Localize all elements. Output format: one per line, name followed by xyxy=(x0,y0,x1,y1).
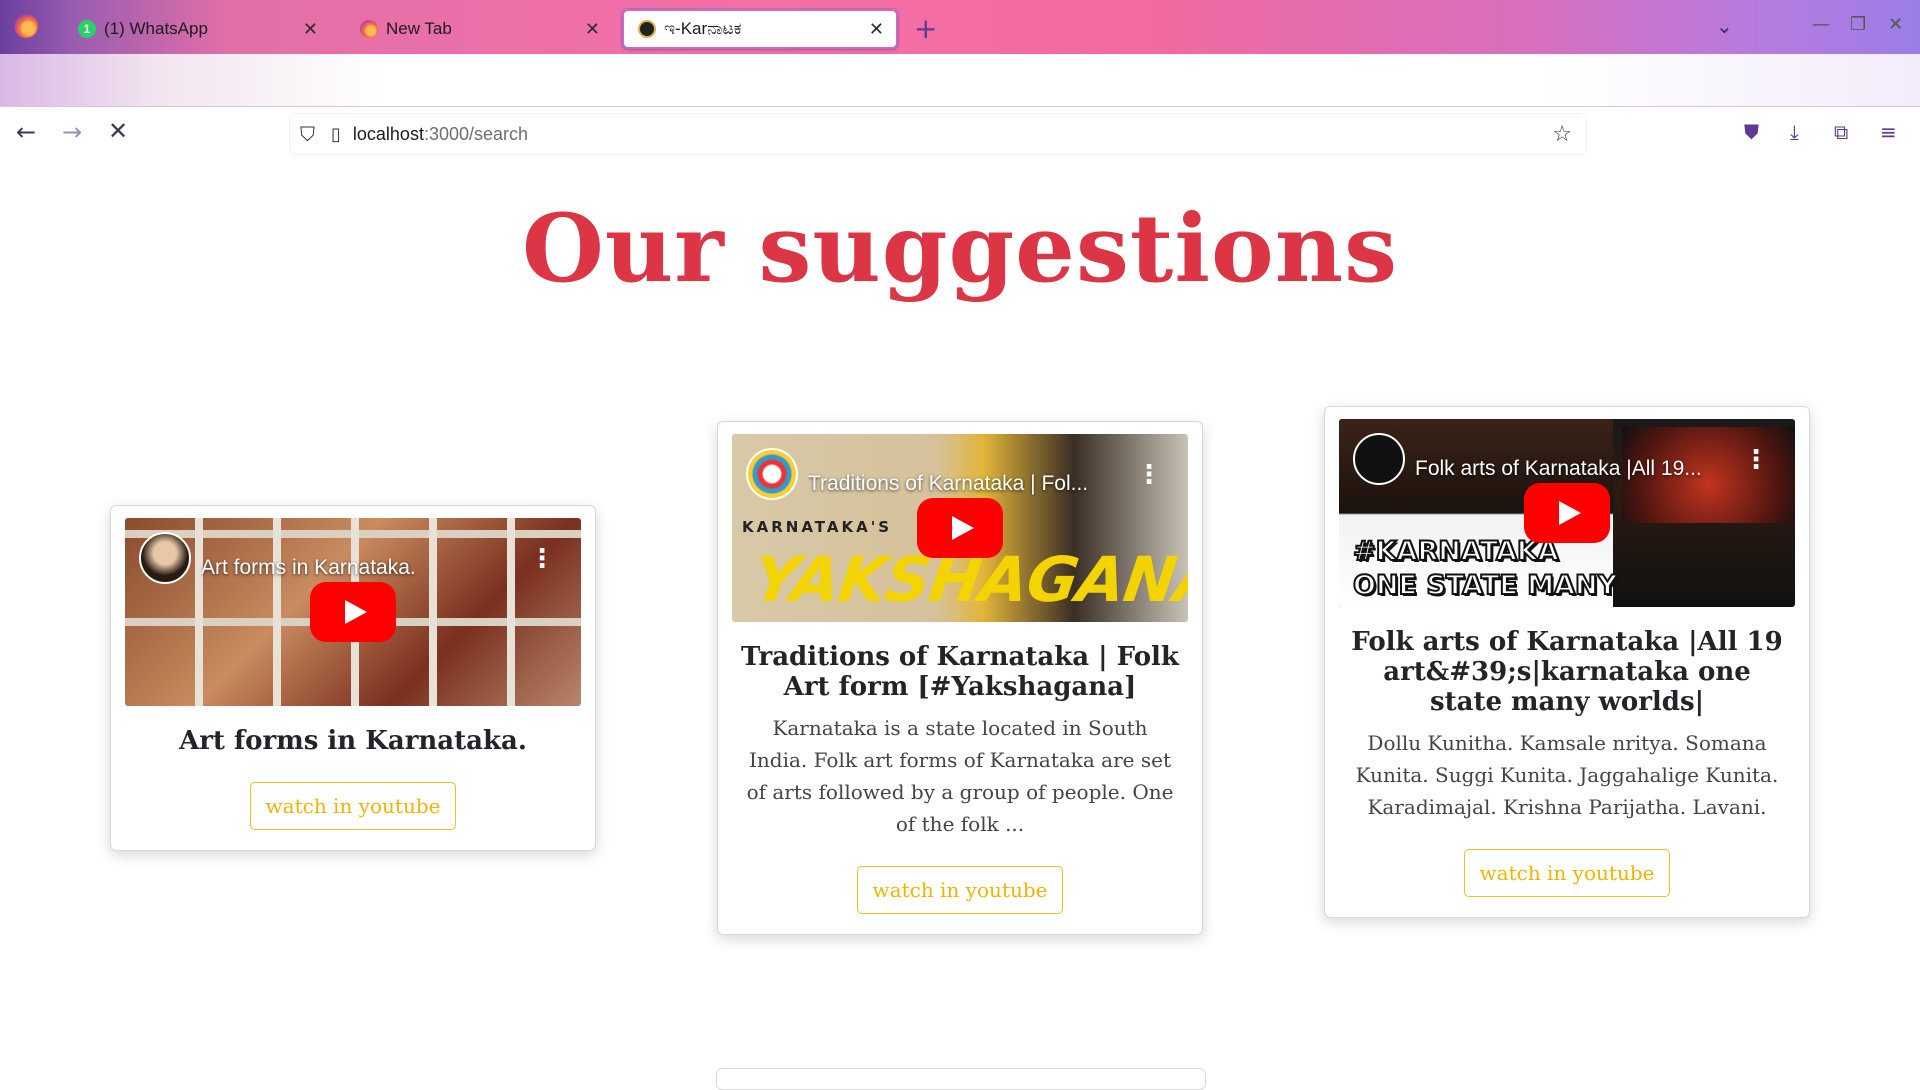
card-description: Dollu Kunitha. Kamsale nritya. Somana Ku… xyxy=(1355,731,1779,819)
video-embed[interactable]: Traditions of Karnataka | Fol... ⋮ KARNA… xyxy=(732,434,1188,622)
whatsapp-icon: 1 xyxy=(78,20,96,38)
video-title[interactable]: Folk arts of Karnataka |All 19... xyxy=(1415,457,1735,481)
close-tab-icon[interactable]: ✕ xyxy=(585,19,600,40)
forward-arrow-icon[interactable]: → xyxy=(62,118,82,146)
suggestion-card: Art forms in Karnataka. ⋮ Art forms in K… xyxy=(110,505,596,851)
channel-avatar[interactable] xyxy=(746,448,798,500)
card-title: Traditions of Karnataka | Folk Art form … xyxy=(741,642,1179,702)
firefox-menu-icon[interactable] xyxy=(14,14,38,38)
more-options-icon[interactable]: ⋮ xyxy=(529,546,555,572)
back-arrow-icon[interactable]: ← xyxy=(16,118,36,146)
hamburger-menu-icon[interactable]: ≡ xyxy=(1880,120,1897,144)
card-description: Karnataka is a state located in South In… xyxy=(746,716,1174,836)
tab-active-site[interactable]: ಇ-Karನಾಟಕ ✕ xyxy=(622,9,898,49)
url-host: localhost xyxy=(352,123,424,144)
channel-avatar[interactable] xyxy=(139,532,191,584)
tab-label: (1) WhatsApp xyxy=(104,19,208,38)
url-path: :3000/search xyxy=(423,123,529,144)
thumbnail-caption: KARNATAKA'S xyxy=(742,518,893,536)
firefox-icon xyxy=(360,20,378,38)
thumbnail-headline: #KARNATAKA ONE STATE MANY xyxy=(1352,535,1618,603)
play-button-icon[interactable] xyxy=(917,498,1003,558)
stop-loading-icon[interactable]: ✕ xyxy=(108,117,128,145)
suggestion-card xyxy=(716,1068,1206,1090)
close-window-icon[interactable]: ✕ xyxy=(1888,14,1903,35)
page-title: Our suggestions xyxy=(521,194,1398,304)
navigation-toolbar: ← → ✕ ⛉ ▯ localhost:3000/search ☆ ⛊ ⤓ ⧉ … xyxy=(0,54,1920,154)
watch-youtube-button[interactable]: watch in youtube xyxy=(249,782,457,830)
watch-youtube-button[interactable]: watch in youtube xyxy=(856,866,1064,914)
close-tab-icon[interactable]: ✕ xyxy=(869,19,884,40)
pocket-icon[interactable]: ⛊ xyxy=(1744,120,1759,144)
more-options-icon[interactable]: ⋮ xyxy=(1743,447,1769,473)
chevron-down-icon[interactable]: ⌄ xyxy=(1716,14,1733,38)
video-title[interactable]: Traditions of Karnataka | Fol... xyxy=(808,472,1128,496)
shield-icon[interactable]: ⛉ xyxy=(300,122,315,146)
tab-label: ಇ-Karನಾಟಕ xyxy=(664,19,742,38)
url-text[interactable]: localhost:3000/search xyxy=(353,124,528,145)
bookmark-star-icon[interactable]: ☆ xyxy=(1552,122,1572,147)
thumbnail-line: ONE STATE MANY xyxy=(1352,569,1618,602)
page-icon: ▯ xyxy=(331,123,341,145)
channel-avatar[interactable] xyxy=(1353,433,1405,485)
play-button-icon[interactable] xyxy=(1524,483,1610,543)
extensions-icon[interactable]: ⧉ xyxy=(1834,120,1848,144)
tab-strip: 1 (1) WhatsApp ✕ New Tab ✕ ಇ-Karನಾಟಕ ✕ +… xyxy=(0,0,1920,54)
video-embed[interactable]: Folk arts of Karnataka |All 19... ⋮ #KAR… xyxy=(1339,419,1795,607)
watch-youtube-button[interactable]: watch in youtube xyxy=(1463,849,1671,897)
site-icon xyxy=(638,20,656,38)
video-embed[interactable]: Art forms in Karnataka. ⋮ xyxy=(125,518,581,706)
close-tab-icon[interactable]: ✕ xyxy=(303,19,318,40)
suggestion-card: Folk arts of Karnataka |All 19... ⋮ #KAR… xyxy=(1324,406,1810,918)
restore-icon[interactable]: ❐ xyxy=(1850,14,1866,35)
play-button-icon[interactable] xyxy=(310,582,396,642)
card-title: Folk arts of Karnataka |All 19 art&#39;s… xyxy=(1351,627,1783,717)
address-bar[interactable]: ⛉ ▯ localhost:3000/search ☆ xyxy=(290,114,1586,154)
tab-label: New Tab xyxy=(386,19,452,38)
download-icon[interactable]: ⤓ xyxy=(1790,120,1799,144)
tab-new-tab[interactable]: New Tab ✕ xyxy=(346,9,612,49)
tab-whatsapp[interactable]: 1 (1) WhatsApp ✕ xyxy=(64,9,330,49)
card-title: Art forms in Karnataka. xyxy=(179,726,527,756)
video-title[interactable]: Art forms in Karnataka. xyxy=(201,556,521,580)
new-tab-icon[interactable]: + xyxy=(914,12,937,45)
suggestion-card: Traditions of Karnataka | Fol... ⋮ KARNA… xyxy=(717,421,1203,935)
minimize-icon[interactable]: — xyxy=(1812,14,1830,35)
more-options-icon[interactable]: ⋮ xyxy=(1136,462,1162,488)
